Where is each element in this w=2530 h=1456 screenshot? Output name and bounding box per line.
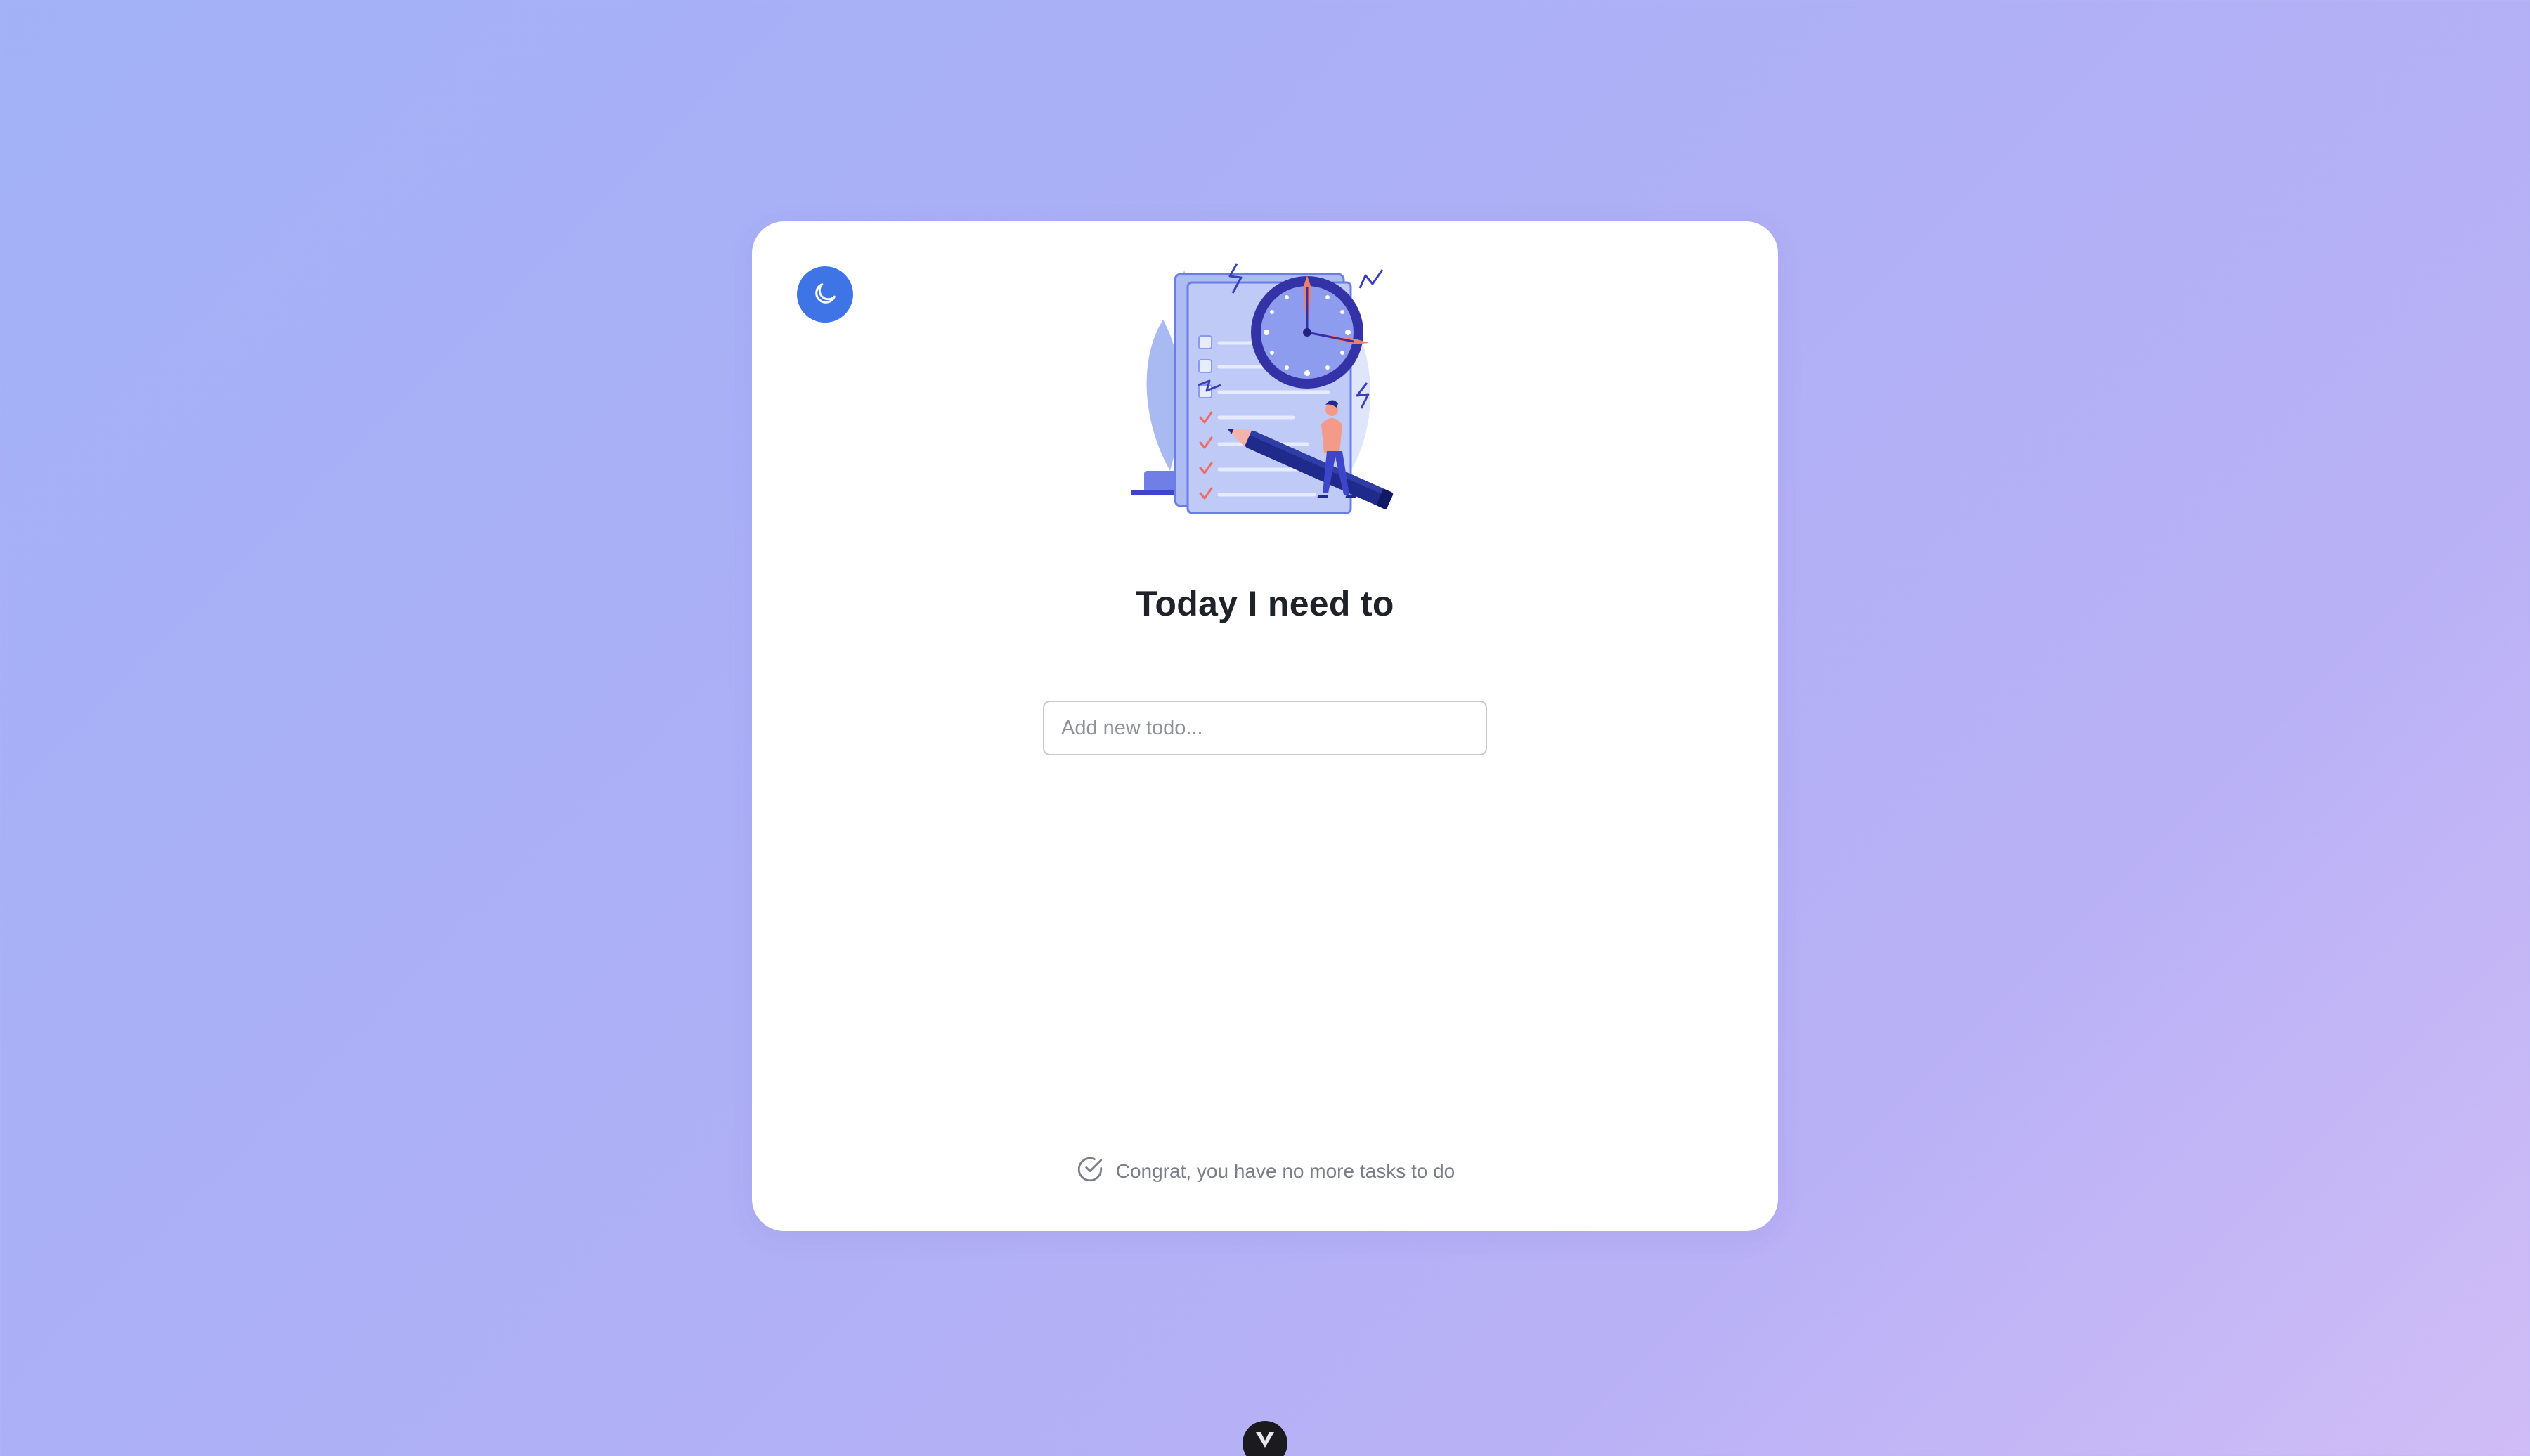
new-todo-input[interactable]	[1043, 701, 1487, 755]
todo-clock-illustration	[1131, 260, 1399, 534]
empty-state: Congrat, you have no more tasks to do	[752, 1155, 1778, 1188]
check-circle-icon	[1075, 1155, 1105, 1188]
theme-toggle-button[interactable]	[797, 266, 853, 323]
moon-icon	[811, 280, 839, 310]
todo-card: Today I need to Congrat, you have no mor…	[752, 221, 1778, 1231]
empty-state-message: Congrat, you have no more tasks to do	[1115, 1159, 1455, 1182]
devtools-badge[interactable]	[1243, 1421, 1287, 1456]
vite-logo-icon	[1254, 1431, 1276, 1452]
page-title: Today I need to	[1136, 584, 1394, 623]
